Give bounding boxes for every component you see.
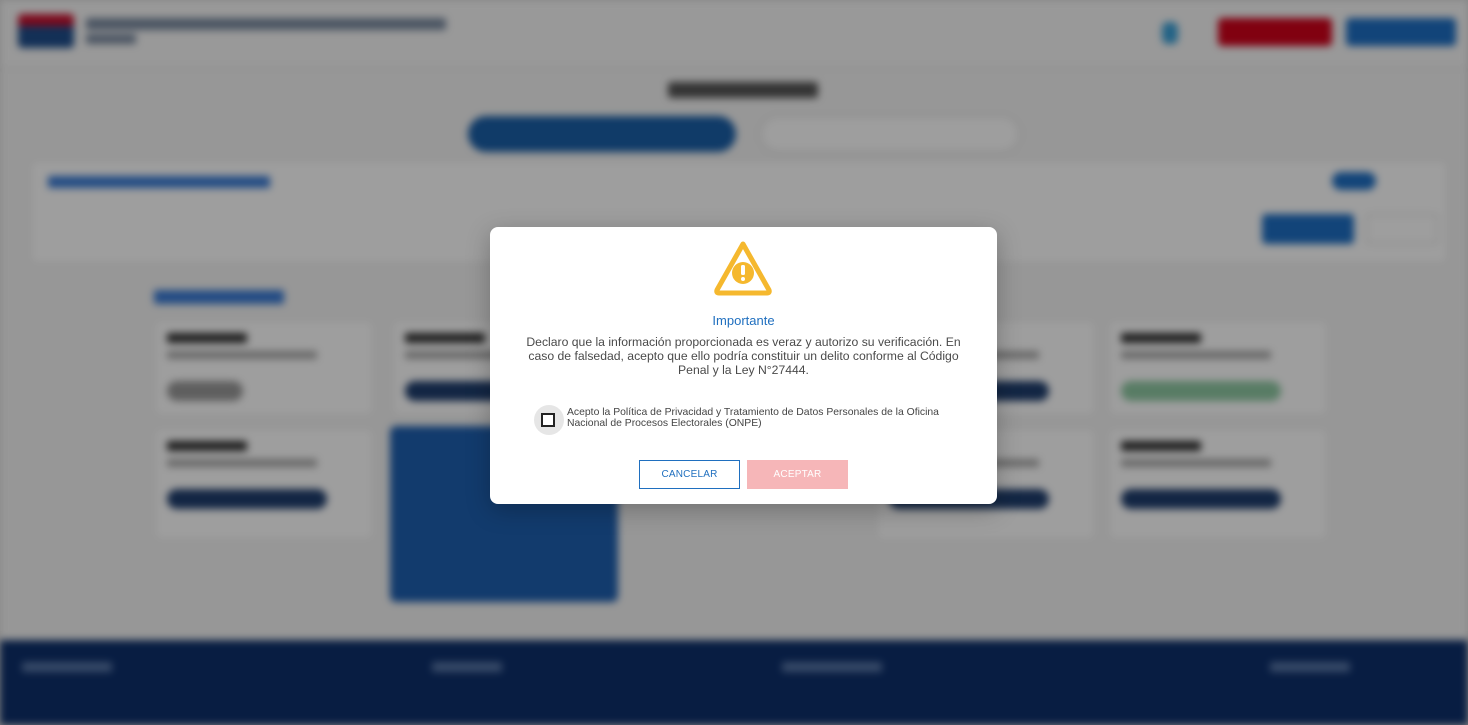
privacy-consent[interactable]: Acepto la Política de Privacidad y Trata…: [534, 403, 964, 437]
checkbox-box[interactable]: [541, 413, 555, 427]
accept-button[interactable]: ACEPTAR: [747, 460, 848, 489]
dialog-title: Importante: [712, 313, 775, 328]
consent-label[interactable]: Acepto la Política de Privacidad y Trata…: [567, 407, 967, 429]
dialog-message: Declaro que la información proporcionada…: [526, 335, 961, 377]
consent-checkbox[interactable]: [534, 405, 564, 435]
cancel-button[interactable]: CANCELAR: [639, 460, 740, 489]
warning-icon: [712, 239, 774, 297]
important-dialog: Importante Declaro que la información pr…: [490, 227, 997, 504]
